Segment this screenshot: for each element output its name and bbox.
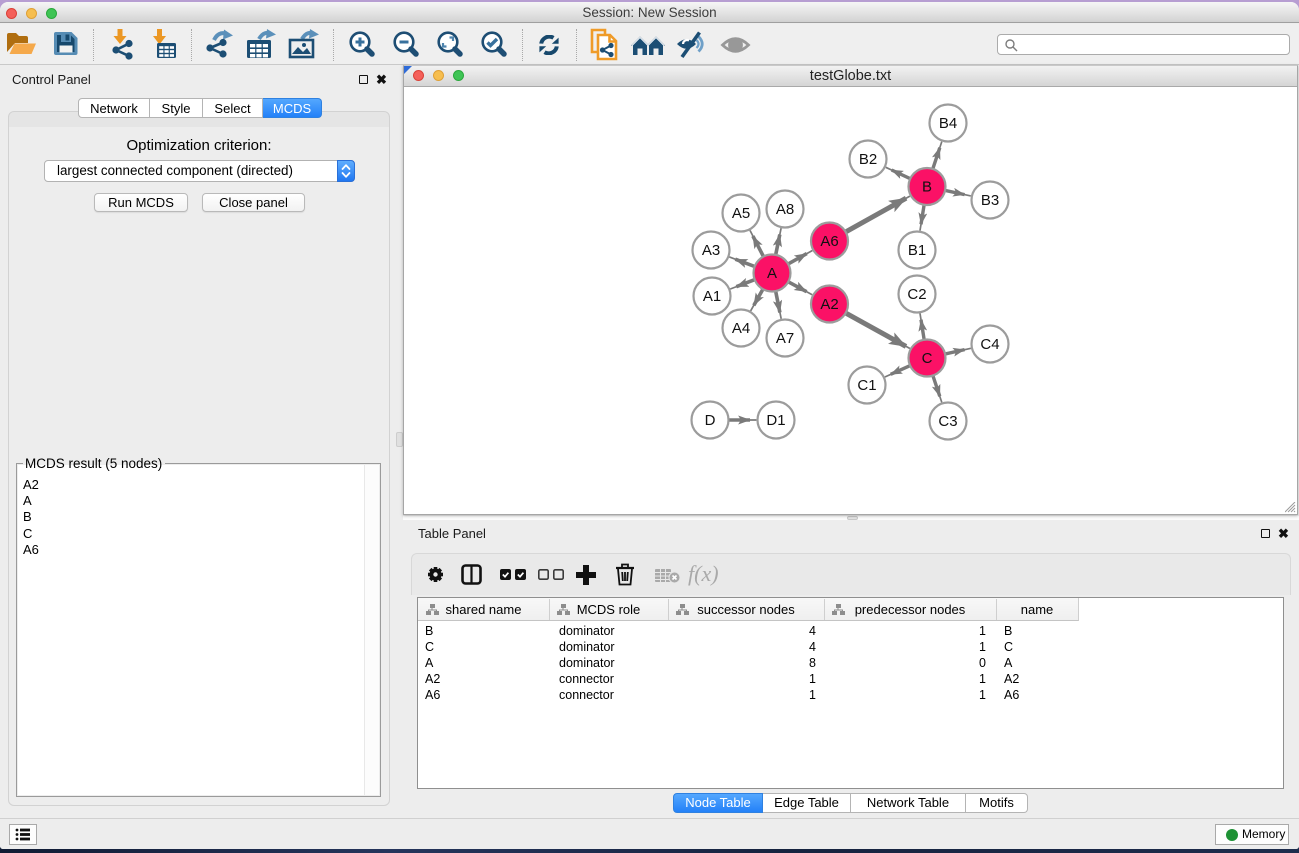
svg-text:B3: B3: [981, 192, 999, 209]
svg-text:A1: A1: [703, 288, 721, 305]
svg-text:D1: D1: [766, 412, 785, 429]
svg-text:A5: A5: [732, 205, 750, 222]
svg-text:A2: A2: [820, 296, 838, 313]
svg-text:C4: C4: [980, 336, 999, 353]
svg-text:C3: C3: [938, 413, 957, 430]
svg-text:B4: B4: [939, 115, 957, 132]
svg-text:C2: C2: [907, 286, 926, 303]
svg-text:A7: A7: [776, 330, 794, 347]
svg-text:A6: A6: [820, 233, 838, 250]
svg-text:B1: B1: [908, 242, 926, 259]
svg-text:A8: A8: [776, 201, 794, 218]
svg-text:A3: A3: [702, 242, 720, 259]
svg-text:B: B: [922, 179, 932, 196]
svg-text:C1: C1: [857, 377, 876, 394]
svg-text:A4: A4: [732, 320, 750, 337]
svg-text:D: D: [705, 412, 716, 429]
svg-text:C: C: [922, 350, 933, 367]
svg-text:B2: B2: [859, 151, 877, 168]
svg-text:A: A: [767, 265, 777, 282]
